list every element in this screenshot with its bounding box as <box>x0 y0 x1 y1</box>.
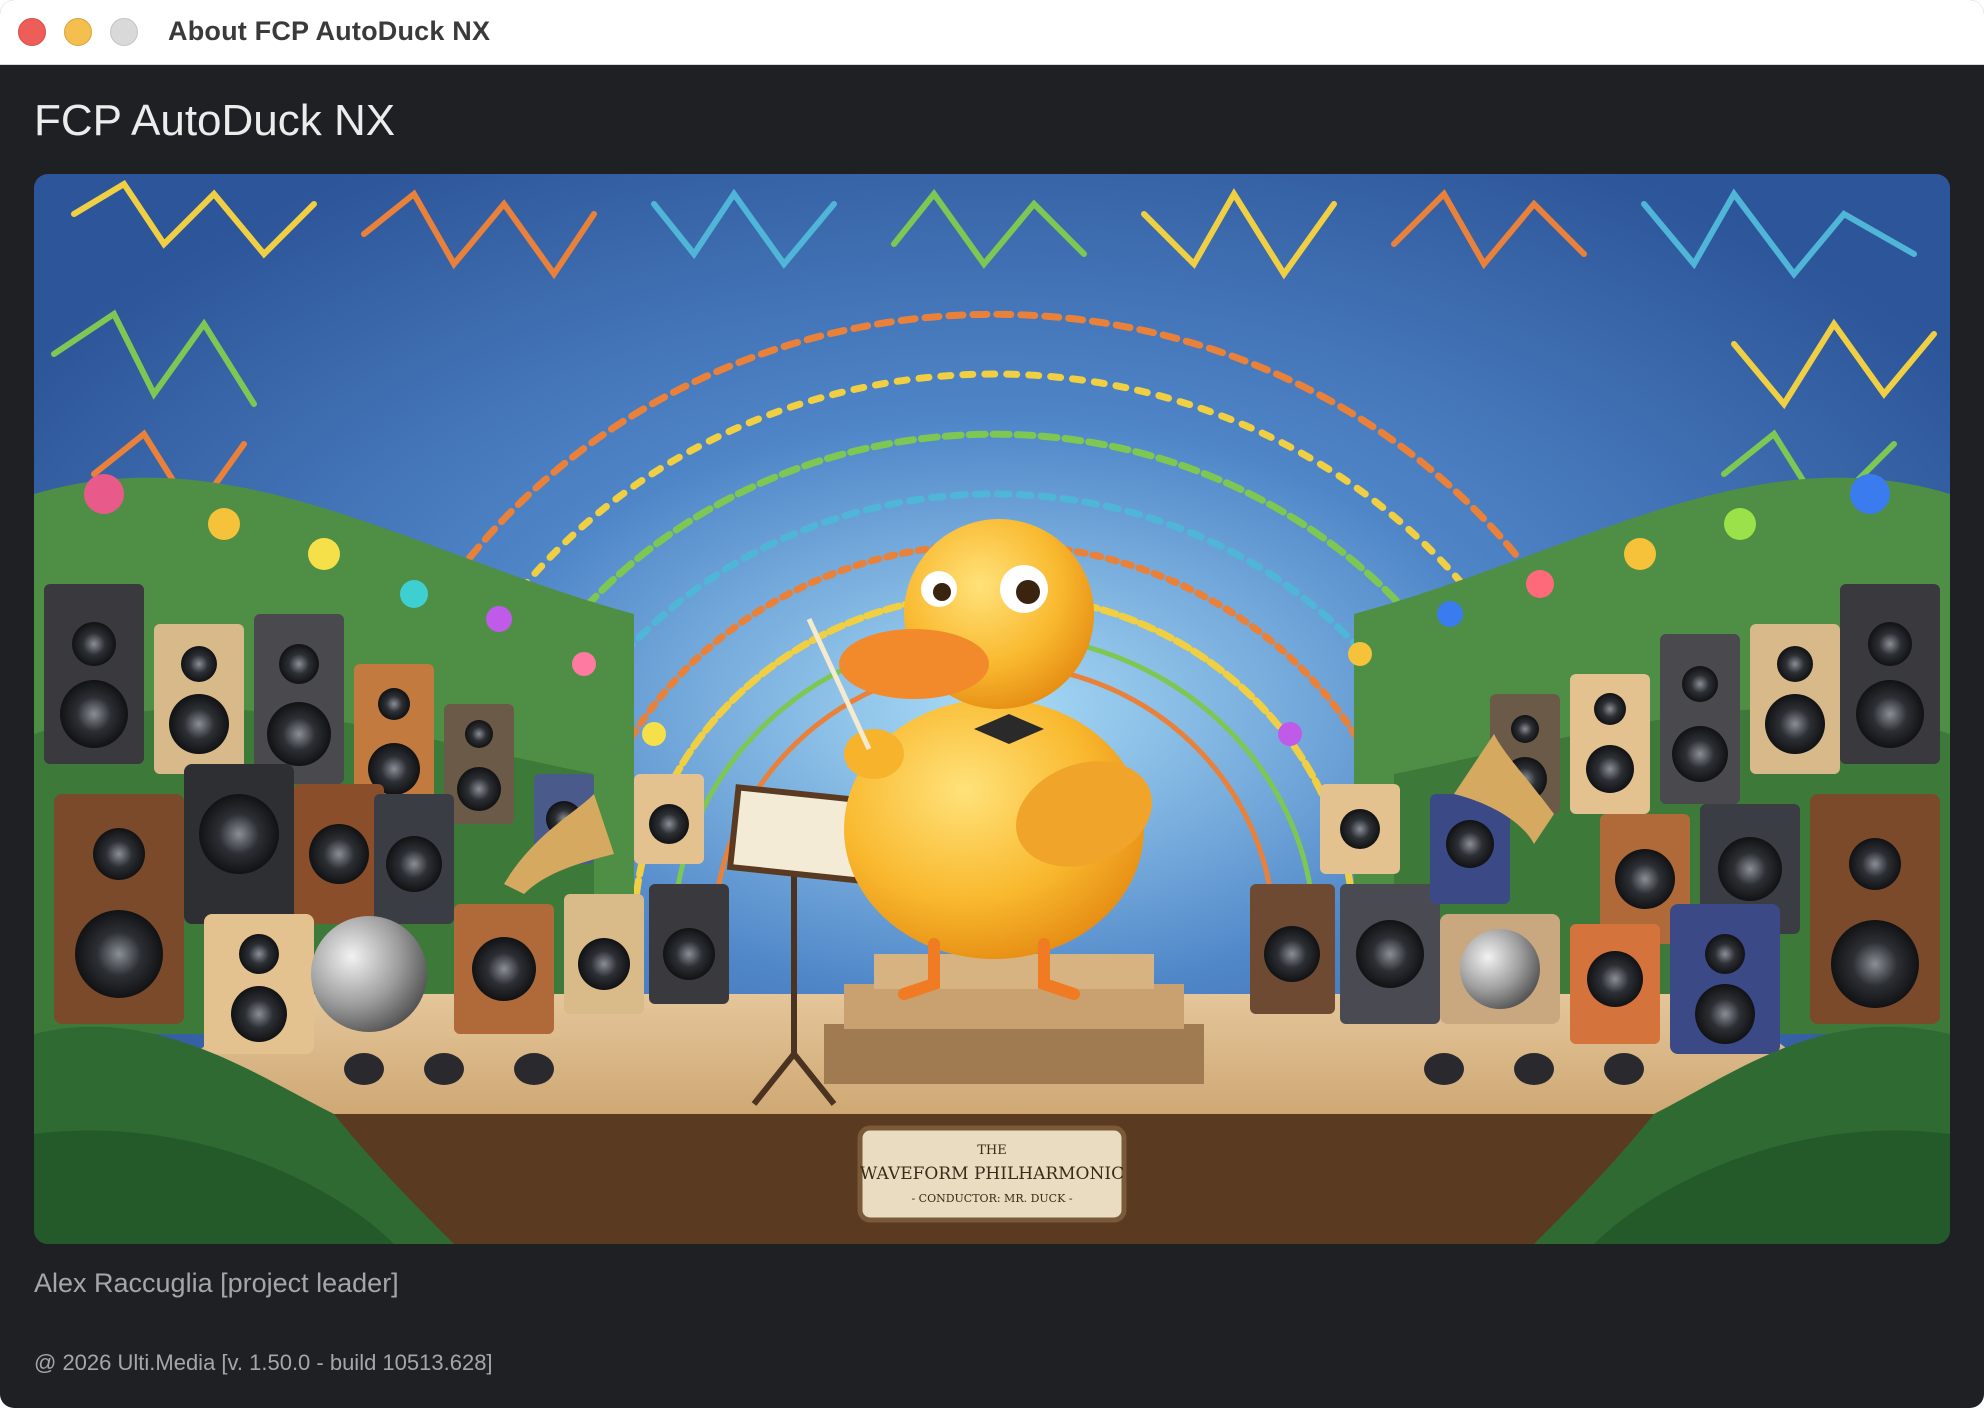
plaque-line-1: THE <box>977 1143 1007 1158</box>
about-window: About FCP AutoDuck NX FCP AutoDuck NX TH… <box>0 0 1984 1408</box>
plaque-line-3: - CONDUCTOR: MR. DUCK - <box>911 1192 1072 1205</box>
art-podium <box>824 954 1204 1084</box>
app-name-heading: FCP AutoDuck NX <box>34 96 396 145</box>
close-button[interactable] <box>18 18 46 46</box>
copyright-text: @ 2026 Ulti.Media [v. 1.50.0 - build 105… <box>34 1350 493 1375</box>
plaque-line-2: WAVEFORM PHILHARMONIC <box>860 1164 1124 1184</box>
zoom-button <box>110 18 138 46</box>
about-artwork-image: THE WAVEFORM PHILHARMONIC - CONDUCTOR: M… <box>34 174 1950 1244</box>
title-bar: About FCP AutoDuck NX <box>0 0 1984 65</box>
window-title: About FCP AutoDuck NX <box>168 16 491 46</box>
art-plaque: THE WAVEFORM PHILHARMONIC - CONDUCTOR: M… <box>857 1125 1127 1223</box>
credit-text: Alex Raccuglia [project leader] <box>34 1268 399 1298</box>
minimize-button[interactable] <box>64 18 92 46</box>
